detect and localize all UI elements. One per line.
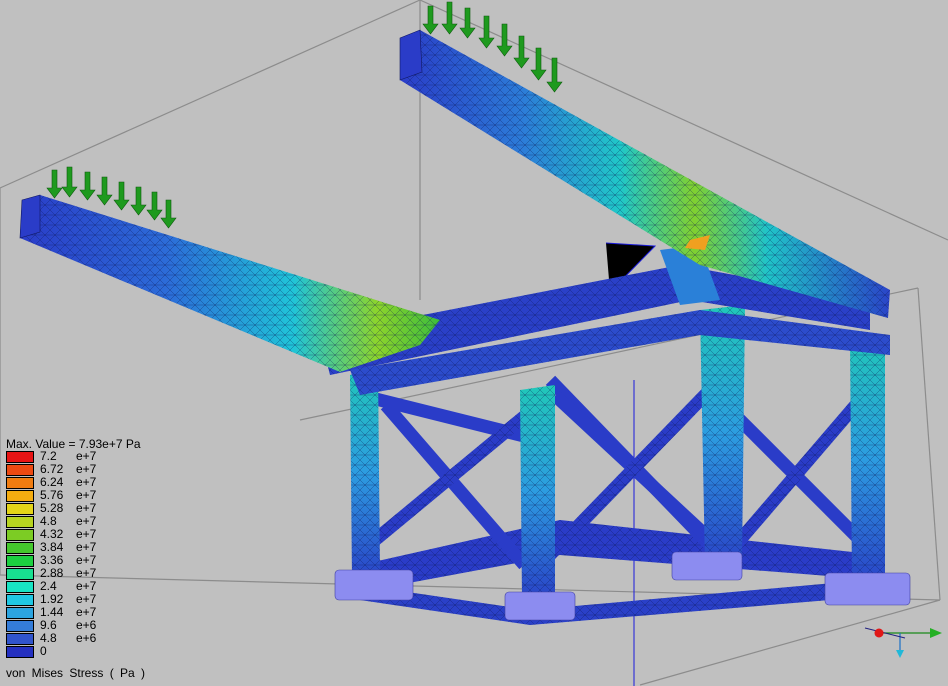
- legend-swatch: [6, 529, 34, 541]
- legend-swatch: [6, 594, 34, 606]
- legend-swatch: [6, 607, 34, 619]
- axis-triad-icon[interactable]: [864, 627, 942, 658]
- legend-exponent: e+6: [76, 631, 97, 645]
- base-frame: [360, 520, 890, 625]
- stress-legend: Max. Value = 7.93e+7 Pa 7.2 e+7 6.72 e+7 6.2…: [6, 437, 166, 659]
- legend-swatch: [6, 581, 34, 593]
- legend-swatch: [6, 451, 34, 463]
- legend-row: 0: [6, 644, 166, 659]
- legend-caption: von Mises Stress ( Pa ): [6, 666, 146, 680]
- legend-swatch: [6, 568, 34, 580]
- legend-swatch: [6, 490, 34, 502]
- legend-rows: 7.2 e+7 6.72 e+7 6.24 e+7 5.76 e+7 5.28 e+7 4.8 e+7…: [6, 450, 166, 659]
- legend-swatch: [6, 555, 34, 567]
- legend-swatch: [6, 633, 34, 645]
- model-viewport[interactable]: Max. Value = 7.93e+7 Pa 7.2 e+7 6.72 e+7 6.2…: [0, 0, 948, 686]
- legend-value: 0: [40, 644, 47, 658]
- legend-row: 4.8 e+6: [6, 631, 166, 646]
- legend-swatch: [6, 503, 34, 515]
- legend-swatch: [6, 542, 34, 554]
- legend-swatch: [6, 620, 34, 632]
- legend-swatch: [6, 477, 34, 489]
- legend-swatch: [6, 516, 34, 528]
- left-loaded-beam: [19, 194, 440, 372]
- legend-swatch: [6, 464, 34, 476]
- legend-swatch: [6, 646, 34, 658]
